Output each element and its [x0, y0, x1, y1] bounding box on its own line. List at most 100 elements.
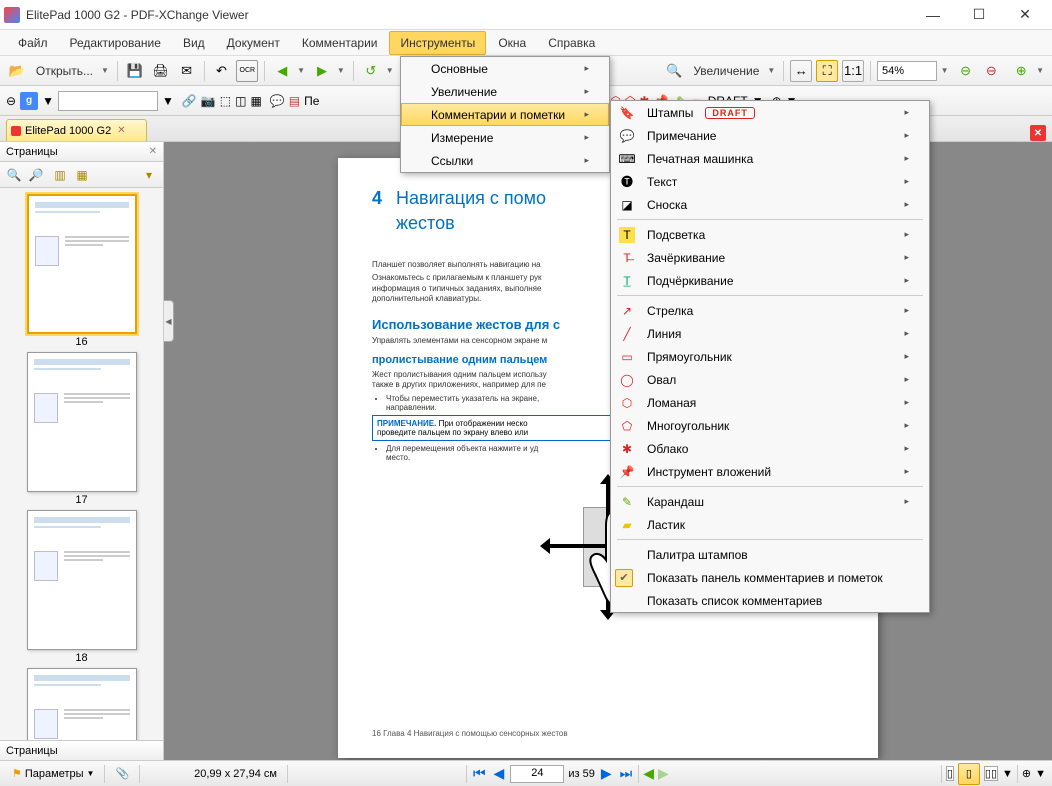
zoom-out-icon[interactable]: ⊖ — [955, 60, 977, 82]
menu-инструменты[interactable]: Инструменты — [389, 31, 486, 55]
thumbnails-list[interactable]: 16171819 — [0, 188, 163, 740]
menu-item-1[interactable]: Увеличение▸ — [401, 80, 609, 103]
layout-single-icon[interactable]: ▯ — [946, 766, 954, 781]
add-icon[interactable]: ⊕ — [1010, 60, 1032, 82]
comments-submenu: 🔖ШтампыDRAFT▸💬Примечание▸⌨Печатная машин… — [610, 100, 930, 613]
panel-footer[interactable]: Страницы — [0, 740, 163, 760]
prev-view-button[interactable]: ◀ — [643, 765, 654, 782]
submenu-item[interactable]: ✱Облако▸ — [611, 437, 929, 460]
fit-page-icon[interactable]: ⛶ — [816, 60, 838, 82]
select3-icon[interactable]: ▦ — [250, 94, 261, 108]
submenu-item[interactable]: Палитра штампов — [611, 543, 929, 566]
submenu-item[interactable]: T̲Подчёркивание▸ — [611, 269, 929, 292]
sidebar-collapse-handle[interactable]: ◀ — [164, 300, 174, 342]
submenu-item[interactable]: 🅣Текст▸ — [611, 170, 929, 193]
menu-окна[interactable]: Окна — [488, 32, 536, 54]
prev-page-button[interactable]: ◀ — [492, 765, 507, 782]
submenu-item[interactable]: ⬠Многоугольник▸ — [611, 414, 929, 437]
ocr-icon[interactable]: OCR — [236, 60, 258, 82]
save-icon[interactable]: 💾 — [124, 60, 146, 82]
menu-item-2[interactable]: Комментарии и пометки▸ — [401, 103, 609, 126]
search-field[interactable] — [58, 91, 158, 111]
submenu-item[interactable]: ╱Линия▸ — [611, 322, 929, 345]
select2-icon[interactable]: ◫ — [235, 94, 246, 108]
actual-size-icon[interactable]: 1:1 — [842, 60, 864, 82]
next-page-button[interactable]: ▶ — [599, 765, 614, 782]
menu-редактирование[interactable]: Редактирование — [60, 32, 171, 54]
submenu-item[interactable]: 🔖ШтампыDRAFT▸ — [611, 101, 929, 124]
attachment-icon[interactable]: 📎 — [109, 767, 135, 780]
tab-close-icon[interactable]: ✕ — [117, 125, 125, 136]
submenu-item[interactable]: ✎Карандаш▸ — [611, 490, 929, 513]
submenu-item[interactable]: 💬Примечание▸ — [611, 124, 929, 147]
menu-item-4[interactable]: Ссылки▸ — [401, 149, 609, 172]
panel-menu-icon[interactable]: ▾ — [139, 165, 159, 185]
menu-комментарии[interactable]: Комментарии — [292, 32, 388, 54]
window-title: ElitePad 1000 G2 - PDF-XChange Viewer — [26, 8, 910, 22]
back-icon[interactable]: ◀ — [271, 60, 293, 82]
maximize-button[interactable]: ☐ — [956, 0, 1002, 30]
submenu-item[interactable]: ↗Стрелка▸ — [611, 299, 929, 322]
submenu-item[interactable]: ✔Показать панель комментариев и пометок — [611, 566, 929, 589]
layout-continuous-icon[interactable]: ▯ — [958, 763, 980, 785]
zoom-label[interactable]: Увеличение — [689, 64, 763, 78]
thumb-opt1-icon[interactable]: ▥ — [50, 165, 70, 185]
submenu-item[interactable]: 📌Инструмент вложений▸ — [611, 460, 929, 483]
google-icon[interactable]: g — [20, 92, 38, 110]
submenu-item[interactable]: TПодсветка▸ — [611, 223, 929, 246]
minimize-button[interactable]: — — [910, 0, 956, 30]
status-add-icon[interactable]: ⊕ — [1022, 767, 1031, 780]
menu-вид[interactable]: Вид — [173, 32, 215, 54]
email-icon[interactable]: ✉ — [176, 60, 198, 82]
forward-icon[interactable]: ▶ — [311, 60, 333, 82]
submenu-item[interactable]: ▰Ластик — [611, 513, 929, 536]
menu-справка[interactable]: Справка — [538, 32, 605, 54]
submenu-item[interactable]: ◯Овал▸ — [611, 368, 929, 391]
thumbnail-page-19[interactable]: 19 — [25, 668, 139, 740]
link-icon[interactable]: 🔗 — [182, 94, 197, 108]
print-icon[interactable]: 🖨 — [150, 60, 172, 82]
fit-width-icon[interactable]: ↔ — [790, 60, 812, 82]
submenu-item[interactable]: ⬡Ломаная▸ — [611, 391, 929, 414]
first-page-button[interactable]: ⏮ — [471, 765, 488, 782]
search-back-icon[interactable]: ⊖ — [6, 94, 16, 108]
panel-close-icon[interactable]: ✕ — [149, 146, 157, 157]
submenu-item[interactable]: Показать список комментариев — [611, 589, 929, 612]
zoom-out-thumb-icon[interactable]: 🔎 — [26, 165, 46, 185]
text-icon[interactable]: ▤ — [289, 94, 300, 108]
zoom-in-icon[interactable]: ⊖ — [980, 60, 1002, 82]
next-view-button[interactable]: ▶ — [658, 765, 669, 782]
rotate-ccw-icon[interactable]: ↺ — [360, 60, 382, 82]
last-page-button[interactable]: ⏭ — [618, 765, 635, 782]
document-tab[interactable]: ElitePad 1000 G2 ✕ — [6, 119, 147, 141]
zoom-in-thumb-icon[interactable]: 🔍 — [4, 165, 24, 185]
menu-документ[interactable]: Документ — [217, 32, 290, 54]
open-button[interactable]: Открыть... — [32, 64, 97, 78]
close-all-tabs-button[interactable]: ✕ — [1030, 125, 1046, 141]
submenu-item[interactable]: ⌨Печатная машинка▸ — [611, 147, 929, 170]
layout-facing-icon[interactable]: ▯▯ — [984, 766, 998, 781]
zoom-icon[interactable]: 🔍 — [663, 60, 685, 82]
thumb-opt2-icon[interactable]: ▦ — [72, 165, 92, 185]
menu-файл[interactable]: Файл — [8, 32, 58, 54]
menu-item-3[interactable]: Измерение▸ — [401, 126, 609, 149]
open-dropdown[interactable]: ▼ — [101, 66, 111, 75]
select-icon[interactable]: ⬚ — [220, 94, 231, 108]
thumbnail-page-16[interactable]: 16 — [25, 194, 139, 348]
submenu-item[interactable]: ◪Сноска▸ — [611, 193, 929, 216]
zoom-input[interactable]: 54% — [877, 61, 937, 81]
chapter-number: 4 — [372, 188, 396, 209]
params-button[interactable]: ⚑ Параметры ▼ — [6, 767, 100, 780]
page-total: из 59 — [568, 768, 594, 780]
submenu-item[interactable]: ▭Прямоугольник▸ — [611, 345, 929, 368]
open-icon[interactable]: 📂 — [6, 60, 28, 82]
comment-icon[interactable]: 💬 — [270, 94, 285, 108]
close-button[interactable]: ✕ — [1002, 0, 1048, 30]
undo-icon[interactable]: ↶ — [211, 60, 233, 82]
thumbnail-page-18[interactable]: 18 — [25, 510, 139, 664]
submenu-item[interactable]: T̶Зачёркивание▸ — [611, 246, 929, 269]
thumbnail-page-17[interactable]: 17 — [25, 352, 139, 506]
page-number-input[interactable]: 24 — [510, 765, 564, 783]
menu-item-0[interactable]: Основные▸ — [401, 57, 609, 80]
camera-icon[interactable]: 📷 — [201, 94, 216, 108]
